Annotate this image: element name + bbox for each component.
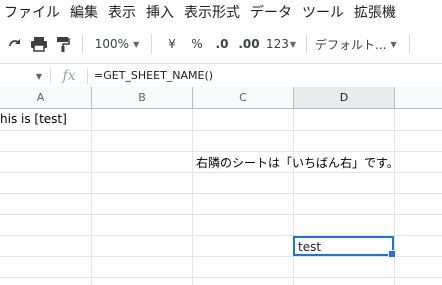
currency-button[interactable]: ¥ — [160, 32, 184, 56]
decrease-decimal-label: .0 — [215, 37, 229, 51]
column-divider — [394, 109, 395, 285]
formula-bar: ▼ fx =GET_SHEET_NAME() — [0, 63, 442, 88]
increase-decimal-label: .00 — [238, 37, 260, 51]
menu-tools[interactable]: ツール — [298, 2, 350, 22]
menu-insert[interactable]: 挿入 — [142, 2, 180, 22]
paint-format-icon[interactable] — [52, 32, 74, 56]
sheet-grid[interactable]: A B C D his is [test] 右隣のシートは「いちばん右」です。 … — [0, 87, 442, 285]
row-divider — [0, 277, 442, 278]
row-divider — [0, 172, 442, 173]
toolbar-separator — [82, 34, 83, 54]
cell-c3[interactable]: 右隣のシートは「いちばん右」です。 — [196, 154, 399, 171]
active-cell-d7[interactable]: test — [293, 236, 396, 258]
row-divider — [0, 130, 442, 131]
column-divider — [293, 109, 294, 285]
name-box[interactable]: ▼ — [0, 64, 44, 87]
menu-file[interactable]: ファイル — [0, 2, 66, 22]
column-header-a[interactable]: A — [0, 87, 92, 109]
column-header-e[interactable] — [395, 87, 442, 109]
menu-view[interactable]: 表示 — [104, 2, 142, 22]
fx-icon: fx — [62, 67, 76, 84]
percent-button[interactable]: % — [184, 32, 210, 56]
menu-edit[interactable]: 編集 — [66, 2, 104, 22]
divider — [87, 67, 88, 84]
font-select[interactable]: デフォルト... ▼ — [315, 32, 401, 56]
number-format-select[interactable]: 123 ▼ — [264, 32, 298, 56]
cell-a1[interactable]: his is [test] — [0, 112, 67, 126]
redo-icon[interactable] — [4, 32, 26, 56]
column-header-d[interactable]: D — [294, 87, 395, 109]
zoom-value: 100% — [94, 37, 130, 51]
column-divider — [192, 109, 193, 285]
increase-decimal-button[interactable]: .00 — [234, 32, 264, 56]
number-format-label: 123 — [265, 37, 289, 51]
column-header-b[interactable]: B — [92, 87, 193, 109]
row-divider — [0, 193, 442, 194]
column-divider — [91, 109, 92, 285]
menu-bar: ファイル 編集 表示 挿入 表示形式 データ ツール 拡張機 — [0, 0, 442, 24]
menu-extensions[interactable]: 拡張機 — [350, 2, 402, 22]
menu-format[interactable]: 表示形式 — [180, 2, 246, 22]
chevron-down-icon: ▼ — [289, 39, 297, 49]
font-label: デフォルト... — [315, 37, 387, 52]
chevron-down-icon: ▼ — [390, 39, 397, 49]
toolbar-separator — [151, 34, 152, 54]
column-header-c[interactable]: C — [193, 87, 294, 109]
formula-input[interactable]: =GET_SHEET_NAME() — [94, 69, 213, 82]
row-divider — [0, 214, 442, 215]
chevron-down-icon: ▼ — [35, 72, 42, 81]
fill-handle[interactable] — [388, 250, 396, 258]
toolbar-separator — [409, 34, 410, 54]
row-divider — [0, 151, 442, 152]
print-icon[interactable] — [26, 32, 52, 56]
toolbar-separator — [306, 34, 307, 54]
chevron-down-icon: ▼ — [133, 39, 140, 49]
toolbar: 100% ▼ ¥ % .0 .00 123 ▼ デフォルト... ▼ — [0, 28, 442, 60]
menu-data[interactable]: データ — [246, 2, 298, 22]
zoom-select[interactable]: 100% ▼ — [91, 32, 143, 56]
active-cell-value: test — [298, 240, 322, 254]
row-divider — [0, 256, 442, 257]
decrease-decimal-button[interactable]: .0 — [210, 32, 234, 56]
